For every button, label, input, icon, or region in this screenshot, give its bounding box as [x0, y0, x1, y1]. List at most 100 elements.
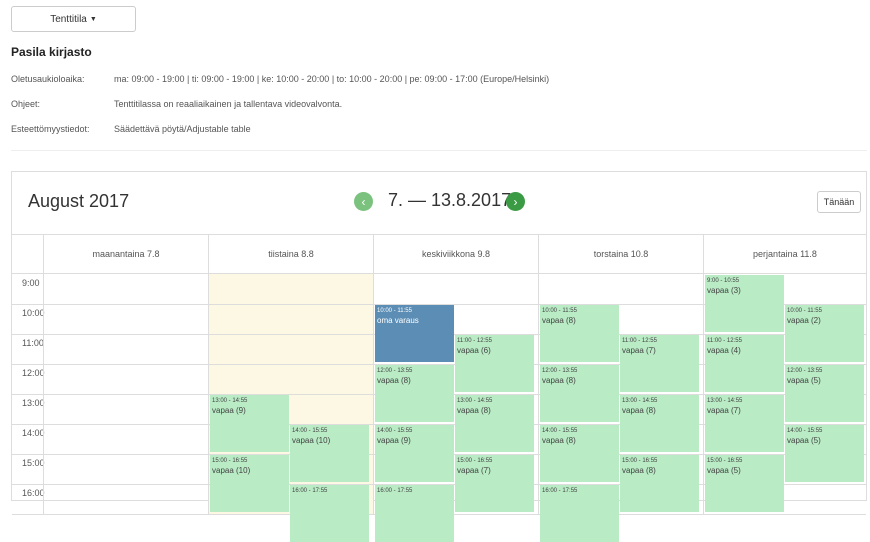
day-column-divider: [43, 274, 44, 514]
slot-time: 16:00 - 17:55: [542, 488, 578, 494]
free-slot[interactable]: 13:00 - 14:55 vapaa (9): [210, 395, 289, 452]
slot-status: vapaa (8): [377, 376, 411, 385]
time-label: 16:00: [22, 488, 45, 498]
slot-status: vapaa (6): [457, 346, 491, 355]
info-row-accessibility: Esteettömyystiedot: Säädettävä pöytä/Adju…: [11, 124, 251, 134]
dropdown-label: Tenttitila: [50, 13, 87, 25]
time-label: 11:00: [22, 338, 44, 348]
slot-status: vapaa (2): [787, 316, 821, 325]
slot-time: 15:00 - 16:55: [457, 458, 493, 464]
time-label: 10:00: [22, 308, 45, 318]
own-reservation-slot[interactable]: 10:00 - 11:55 oma varaus: [375, 305, 454, 362]
slot-status: vapaa (9): [377, 436, 411, 445]
time-label: 13:00: [22, 398, 45, 408]
slot-time: 10:00 - 11:55: [542, 308, 577, 314]
info-value: Säädettävä pöytä/Adjustable table: [114, 124, 251, 134]
slot-time: 12:00 - 13:55: [377, 368, 413, 374]
free-slot[interactable]: 10:00 - 11:55 vapaa (2): [785, 305, 864, 362]
today-button[interactable]: Tänään: [817, 191, 861, 213]
day-header: tiistaina 8.8: [208, 235, 373, 273]
slot-status: vapaa (9): [212, 406, 246, 415]
prev-week-button[interactable]: ‹: [354, 192, 373, 211]
slot-time: 15:00 - 16:55: [622, 458, 658, 464]
slot-time: 12:00 - 13:55: [787, 368, 823, 374]
chevron-left-icon: ‹: [361, 194, 366, 209]
free-slot[interactable]: 14:00 - 15:55 vapaa (10): [290, 425, 369, 482]
free-slot[interactable]: 16:00 - 17:55: [290, 485, 369, 542]
free-slot[interactable]: 15:00 - 16:55 vapaa (8): [620, 455, 699, 512]
day-header: keskiviikkona 9.8: [373, 235, 538, 273]
free-slot[interactable]: 11:00 - 12:55 vapaa (4): [705, 335, 784, 392]
free-slot[interactable]: 14:00 - 15:55 vapaa (5): [785, 425, 864, 482]
slot-status: vapaa (8): [542, 376, 576, 385]
caret-down-icon: ▼: [89, 15, 97, 23]
free-slot[interactable]: 14:00 - 15:55 vapaa (8): [540, 425, 619, 482]
day-column-divider: [538, 274, 539, 514]
slot-time: 13:00 - 14:55: [457, 398, 493, 404]
slot-status: vapaa (5): [787, 376, 821, 385]
free-slot[interactable]: 13:00 - 14:55 vapaa (8): [455, 395, 534, 452]
free-slot[interactable]: 12:00 - 13:55 vapaa (8): [540, 365, 619, 422]
free-slot[interactable]: 11:00 - 12:55 vapaa (7): [620, 335, 699, 392]
slot-status: vapaa (8): [622, 466, 656, 475]
slot-status: oma varaus: [377, 316, 419, 325]
slot-time: 14:00 - 15:55: [787, 428, 823, 434]
slot-time: 10:00 - 11:55: [787, 308, 822, 314]
slot-time: 9:00 - 10:55: [707, 278, 740, 284]
time-label: 14:00: [22, 428, 45, 438]
calendar-month: August 2017: [28, 191, 130, 211]
slot-status: vapaa (10): [212, 466, 251, 475]
day-header: torstaina 10.8: [538, 235, 703, 273]
free-slot[interactable]: 15:00 - 16:55 vapaa (5): [705, 455, 784, 512]
info-label: Ohjeet:: [11, 99, 41, 109]
free-slot[interactable]: 15:00 - 16:55 vapaa (7): [455, 455, 534, 512]
time-label: 9:00: [22, 278, 40, 288]
slot-status: vapaa (8): [542, 436, 576, 445]
slot-status: vapaa (10): [292, 436, 331, 445]
slot-status: vapaa (8): [457, 406, 491, 415]
day-column-divider: [703, 274, 704, 514]
calendar-header: August 2017 ‹ 7. — 13.8.2017 › Tänään: [12, 172, 868, 234]
free-slot[interactable]: 13:00 - 14:55 vapaa (8): [620, 395, 699, 452]
day-header: maanantaina 7.8: [43, 235, 208, 273]
calendar: August 2017 ‹ 7. — 13.8.2017 › Tänään ma…: [11, 171, 868, 542]
slot-status: vapaa (4): [707, 346, 741, 355]
free-slot[interactable]: 9:00 - 10:55 vapaa (3): [705, 275, 784, 332]
time-label: 15:00: [22, 458, 45, 468]
slot-time: 14:00 - 15:55: [377, 428, 413, 434]
slot-time: 16:00 - 17:55: [377, 488, 413, 494]
slot-time: 10:00 - 11:55: [377, 308, 412, 314]
slot-time: 16:00 - 17:55: [292, 488, 328, 494]
slot-time: 13:00 - 14:55: [707, 398, 743, 404]
slot-time: 11:00 - 12:55: [457, 338, 492, 344]
free-slot[interactable]: 16:00 - 17:55: [540, 485, 619, 542]
free-slot[interactable]: 16:00 - 17:55: [375, 485, 454, 542]
time-label: 12:00: [22, 368, 45, 378]
slot-status: vapaa (7): [707, 406, 741, 415]
slot-status: vapaa (7): [622, 346, 656, 355]
room-type-dropdown[interactable]: Tenttitila ▼: [11, 6, 136, 32]
free-slot[interactable]: 10:00 - 11:55 vapaa (8): [540, 305, 619, 362]
day-column-divider: [208, 274, 209, 514]
slot-status: vapaa (8): [542, 316, 576, 325]
free-slot[interactable]: 11:00 - 12:55 vapaa (6): [455, 335, 534, 392]
free-slot[interactable]: 15:00 - 16:55 vapaa (10): [210, 455, 289, 512]
slot-status: vapaa (3): [707, 286, 741, 295]
free-slot[interactable]: 12:00 - 13:55 vapaa (5): [785, 365, 864, 422]
free-slot[interactable]: 13:00 - 14:55 vapaa (7): [705, 395, 784, 452]
slot-time: 14:00 - 15:55: [292, 428, 328, 434]
day-header-row: maanantaina 7.8 tiistaina 8.8 keskiviikk…: [12, 234, 866, 274]
free-slot[interactable]: 14:00 - 15:55 vapaa (9): [375, 425, 454, 482]
slot-time: 15:00 - 16:55: [707, 458, 743, 464]
info-value: ma: 09:00 - 19:00 | ti: 09:00 - 19:00 | …: [114, 74, 550, 84]
info-label: Esteettömyystiedot:: [11, 124, 90, 134]
slot-time: 13:00 - 14:55: [212, 398, 248, 404]
slot-time: 11:00 - 12:55: [707, 338, 742, 344]
free-slot[interactable]: 12:00 - 13:55 vapaa (8): [375, 365, 454, 422]
slot-status: vapaa (7): [457, 466, 491, 475]
slot-time: 11:00 - 12:55: [622, 338, 657, 344]
slot-time: 14:00 - 15:55: [542, 428, 578, 434]
info-label: Oletusaukioloaika:: [11, 74, 85, 84]
next-week-button[interactable]: ›: [506, 192, 525, 211]
slot-time: 12:00 - 13:55: [542, 368, 578, 374]
